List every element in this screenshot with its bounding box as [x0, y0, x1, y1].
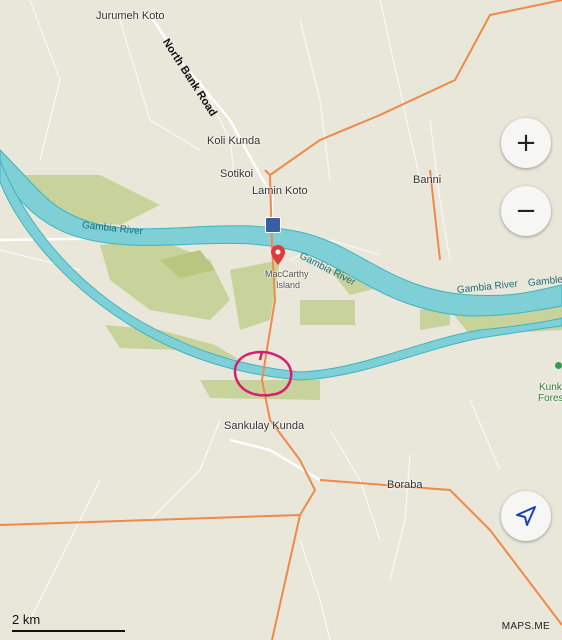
attribution-logo[interactable]: MAPS.ME [502, 621, 550, 632]
place-maccarthy-line1: MacCarthy [265, 269, 309, 279]
my-location-button[interactable] [501, 491, 551, 541]
scale-line [12, 630, 125, 632]
place-kunk-line2: Fores [538, 393, 562, 404]
place-banni: Banni [413, 174, 442, 186]
map-view[interactable]: Jurumeh Koto North Bank Road Koli Kunda … [0, 0, 562, 640]
place-koli-kunda: Koli Kunda [207, 135, 261, 147]
forest-marker-icon [555, 362, 562, 369]
place-maccarthy-line2: Island [276, 280, 301, 290]
scale-label: 2 km [12, 612, 41, 627]
location-pin-icon[interactable] [271, 245, 285, 265]
place-boraba: Boraba [387, 479, 423, 491]
map-canvas[interactable] [0, 0, 562, 640]
zoom-out-button[interactable]: − [501, 186, 551, 236]
plus-icon: + [515, 128, 537, 158]
zoom-in-button[interactable]: + [501, 118, 551, 168]
minus-icon: − [515, 196, 537, 226]
place-lamin-koto: Lamin Koto [252, 185, 308, 197]
navigation-arrow-icon [516, 506, 536, 526]
place-jurumeh-koto: Jurumeh Koto [96, 10, 165, 22]
place-sotikoi: Sotikoi [220, 168, 254, 180]
scale-bar: 2 km [12, 612, 125, 632]
place-sankulay-kunda: Sankulay Kunda [224, 420, 305, 432]
bus-station-icon[interactable] [265, 217, 281, 233]
place-kunk-line1: Kunk [539, 382, 562, 393]
